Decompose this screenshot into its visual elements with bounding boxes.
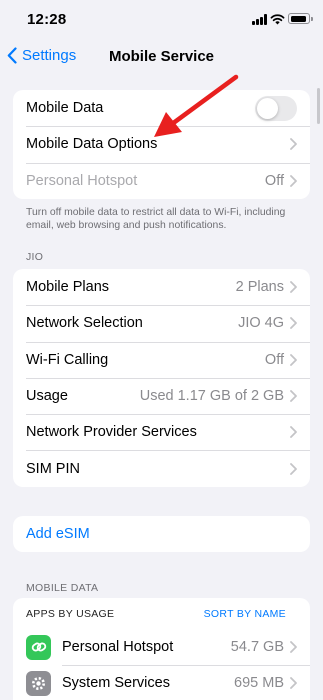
chevron-right-icon [290,317,297,330]
app-usage-value: 54.7 GB [230,639,284,656]
row-label: Mobile Plans [26,279,110,296]
esim-group: Add eSIM [13,516,310,553]
clock: 12:28 [27,11,67,28]
chevron-right-icon [290,390,297,402]
row-label: Network Provider Services [26,424,197,441]
row-value: Used 1.17 GB of 2 GB [139,388,284,405]
app-usage-value: 695 MB [234,675,284,692]
navigation-bar: Settings Mobile Service [0,36,323,80]
chevron-right-icon [290,462,297,475]
app-name: Personal Hotspot [62,639,174,656]
network-selection-row[interactable]: Network Selection JIO 4G [13,305,310,341]
add-esim-button[interactable]: Add eSIM [13,516,310,552]
chevron-right-icon [290,641,297,654]
app-row-personal-hotspot[interactable]: Personal Hotspot 54.7 GB [13,629,310,665]
chevron-right-icon [290,426,297,439]
apps-usage-header: APPS BY USAGE SORT BY NAME [13,598,310,629]
chevron-right-icon [290,353,297,366]
wifi-icon [270,14,285,25]
gear-icon [26,670,51,696]
row-label: Wi-Fi Calling [26,351,109,368]
row-value: JIO 4G [238,315,284,332]
network-provider-services-row[interactable]: Network Provider Services [13,414,310,450]
add-esim-label: Add eSIM [26,526,90,543]
sim-pin-row[interactable]: SIM PIN [13,450,310,486]
chevron-right-icon [290,174,297,187]
row-value: Off [264,351,284,368]
mobile-data-options-label: Mobile Data Options [26,136,158,153]
apps-by-usage-label: APPS BY USAGE [26,607,115,620]
mobile-data-section-header: MOBILE DATA [26,582,99,594]
row-label: Network Selection [26,315,143,332]
row-value: 2 Plans [235,279,284,296]
row-label: SIM PIN [26,460,80,477]
carrier-section-header: JIO [26,251,44,263]
mobile-data-label: Mobile Data [26,100,104,117]
chevron-right-icon [290,281,297,294]
link-icon [26,634,51,660]
mobile-data-row: Mobile Data [13,90,310,126]
page-title: Mobile Service [108,48,215,65]
apps-usage-group: APPS BY USAGE SORT BY NAME Personal Hots… [13,598,310,700]
mobile-data-toggle[interactable] [255,95,297,121]
mobile-data-options-row[interactable]: Mobile Data Options [13,126,310,162]
personal-hotspot-label: Personal Hotspot [26,172,138,189]
app-name: System Services [62,675,170,692]
sort-by-name-button[interactable]: SORT BY NAME [204,608,286,620]
app-row-system-services[interactable]: System Services 695 MB [13,665,310,700]
status-bar: 12:28 [0,0,323,36]
scroll-indicator [317,88,320,124]
usage-row[interactable]: Usage Used 1.17 GB of 2 GB [13,377,310,414]
chevron-right-icon [290,138,297,151]
row-label: Usage [26,388,68,405]
chevron-right-icon [290,677,297,690]
mobile-data-group: Mobile Data Mobile Data Options Personal… [13,90,310,199]
mobile-data-footnote: Turn off mobile data to restrict all dat… [26,207,286,231]
carrier-group: Mobile Plans 2 Plans Network Selection J… [13,269,310,487]
personal-hotspot-value: Off [264,172,284,189]
personal-hotspot-row[interactable]: Personal Hotspot Off [13,162,310,199]
battery-icon [288,13,313,24]
mobile-plans-row[interactable]: Mobile Plans 2 Plans [13,269,310,305]
cellular-signal-icon [252,14,268,25]
wifi-calling-row[interactable]: Wi-Fi Calling Off [13,341,310,378]
